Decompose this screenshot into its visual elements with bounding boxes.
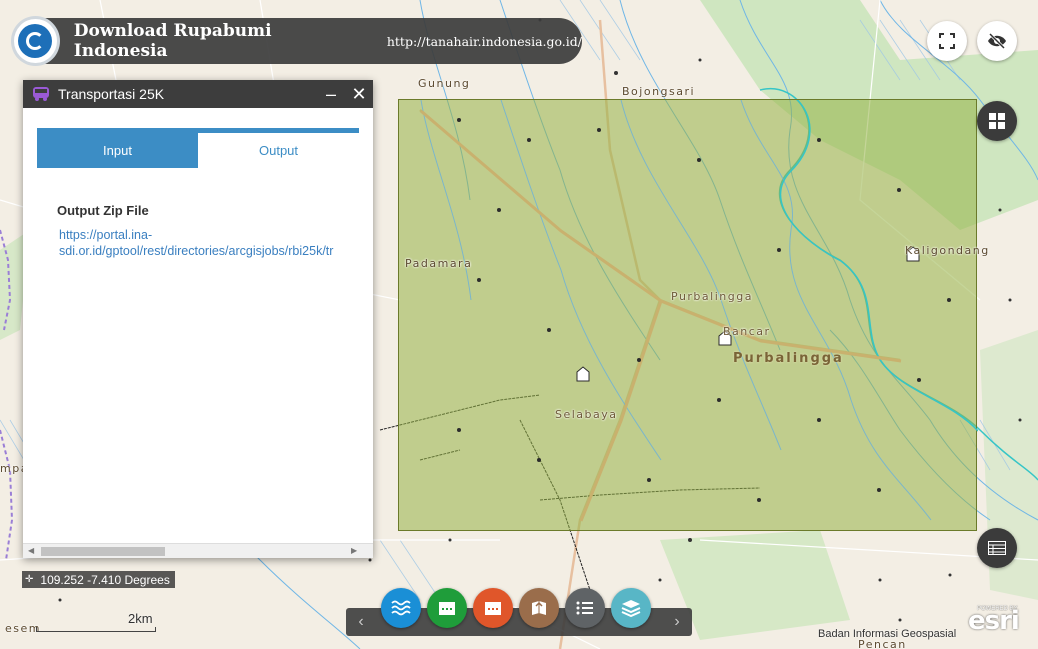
app-url-link[interactable]: http://tanahair.indonesia.go.id/	[387, 34, 582, 49]
panel-header[interactable]: Transportasi 25K – ✕	[23, 80, 373, 108]
layer-list-widget-button[interactable]	[611, 588, 651, 628]
output-zip-link[interactable]: https://portal.ina- sdi.or.id/gptool/res…	[59, 227, 369, 259]
map-label-bancar: Bancar	[723, 325, 771, 338]
map-label-purbalingga-town: Purbalingga	[671, 290, 753, 303]
map-label-kaligondang: Kaligondang	[905, 244, 990, 257]
app-logo	[11, 16, 60, 66]
building-icon	[485, 602, 501, 615]
attribute-table-button[interactable]	[977, 528, 1017, 568]
waves-icon	[391, 600, 411, 616]
hydrography-widget-button[interactable]	[381, 588, 421, 628]
table-icon	[988, 541, 1006, 555]
fullscreen-icon	[939, 33, 955, 49]
tab-output[interactable]: Output	[198, 133, 359, 168]
widget-grid-button[interactable]	[977, 101, 1017, 141]
layers-icon	[621, 600, 641, 617]
map-label-padamara: Padamara	[405, 257, 473, 270]
map-book-widget-button[interactable]	[519, 588, 559, 628]
toolbar-next-button[interactable]: ›	[662, 608, 692, 636]
output-link-line-2[interactable]: sdi.or.id/gptool/rest/directories/arcgis…	[59, 243, 369, 259]
app-title: Download Rupabumi Indonesia	[73, 21, 272, 61]
bus-icon	[33, 87, 49, 101]
panel-title: Transportasi 25K	[58, 86, 165, 102]
map-attribution: Badan Informasi Geospasial	[818, 628, 957, 640]
scroll-right-icon[interactable]: ▶	[351, 546, 357, 555]
tab-input[interactable]: Input	[37, 133, 198, 168]
output-link-line-1[interactable]: https://portal.ina-	[59, 227, 369, 243]
fullscreen-button[interactable]	[927, 21, 967, 61]
scale-bar	[36, 627, 156, 632]
eye-off-icon	[988, 33, 1006, 49]
map-label-bojongsari: Bojongsari	[622, 85, 696, 98]
toolbar-prev-button[interactable]: ‹	[346, 608, 376, 636]
building-icon	[439, 602, 455, 615]
toggle-visibility-button[interactable]	[977, 21, 1017, 61]
building-orange-widget-button[interactable]	[473, 588, 513, 628]
coordinate-readout[interactable]: ✛ 109.252 -7.410 Degrees	[22, 571, 175, 588]
transportasi-panel: Transportasi 25K – ✕ Input Output Output…	[23, 80, 373, 558]
minimize-button[interactable]: –	[319, 80, 343, 108]
app-header: Download Rupabumi Indonesia http://tanah…	[11, 16, 582, 66]
panel-tabs: Input Output	[37, 128, 359, 168]
map-label-gunung: Gunung	[418, 77, 471, 90]
coordinate-value: 109.252 -7.410 Degrees	[40, 572, 170, 587]
scrollbar-thumb[interactable]	[41, 547, 165, 556]
scale-label: 2km	[128, 611, 153, 626]
map-book-icon	[532, 601, 546, 615]
area-of-interest-rectangle[interactable]	[398, 99, 978, 531]
legend-widget-button[interactable]	[565, 588, 605, 628]
output-zip-label: Output Zip File	[57, 203, 149, 218]
grid-icon	[989, 113, 1005, 129]
close-button[interactable]: ✕	[347, 80, 371, 108]
map-label-purbalingga-region: Purbalingga	[733, 351, 844, 366]
crosshair-icon: ✛	[25, 574, 34, 585]
map-label-selabaya: Selabaya	[555, 408, 618, 421]
scroll-left-icon[interactable]: ◀	[28, 546, 34, 555]
list-icon	[576, 601, 593, 615]
aoi-texture	[420, 100, 978, 522]
esri-logo[interactable]: esri	[968, 606, 1020, 636]
horizontal-scrollbar[interactable]: ◀ ▶	[23, 543, 373, 558]
building-green-widget-button[interactable]	[427, 588, 467, 628]
